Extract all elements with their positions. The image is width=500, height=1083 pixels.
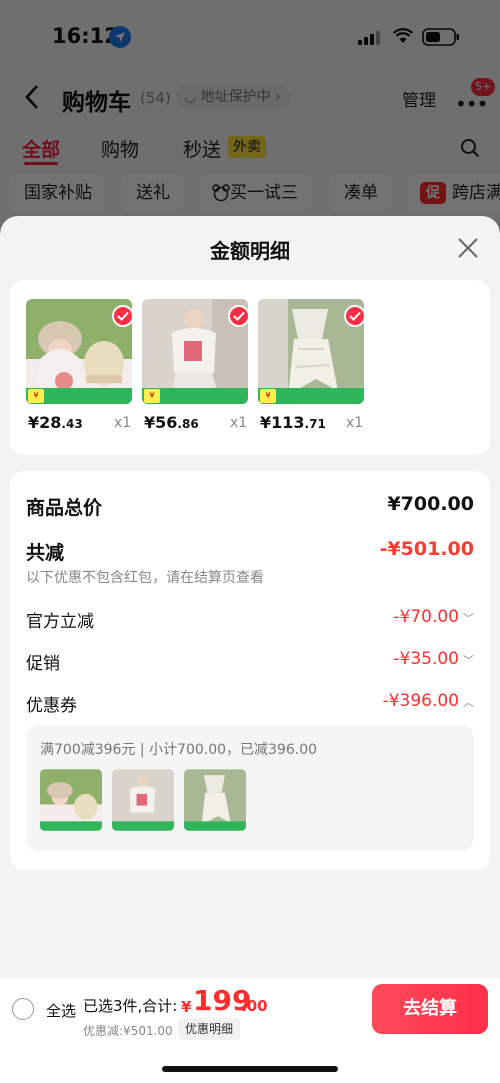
price-tag-strip: ¥ [26,388,132,404]
item-price: ¥113.71 [260,413,326,432]
selected-items-card: ¥ ¥28.43 x1 ¥ ¥56.86 x1 ¥ ¥113.71 x1 [10,280,490,455]
promotion-value: -¥35.00 [393,649,459,669]
promotion-label: 促销 [26,654,60,674]
cart-tabs: 全部 购物 秒送 外卖 [0,132,500,166]
coupon-detail-text: 满700减396元 | 小计700.00，已减396.00 [40,742,318,758]
chip-cross-store-label: 跨店满 [452,183,500,203]
product-thumbnail: ¥ [142,299,248,404]
waimai-badge: 外卖 [228,136,266,158]
coupon-row[interactable]: -¥396.00 ︿ [383,691,474,711]
amount-detail-sheet: 金额明细 ¥ ¥28.43 x1 ¥ ¥56.86 x1 ¥ ¥113.71 x… [0,216,500,1083]
coupon-label: 优惠券 [26,696,77,716]
official-discount-value: -¥70.00 [393,607,459,627]
shield-icon: ◡ [184,89,201,105]
check-icon[interactable] [344,305,364,327]
total-decimal: .00 [241,997,268,1015]
discount-detail-button[interactable]: 优惠明细 [178,1018,241,1040]
coupon-item-thumbnail [40,769,102,831]
promotion-row[interactable]: -¥35.00 ﹀ [393,649,474,669]
chevron-right-icon: › [270,89,281,105]
status-bar: 16:12 [0,0,500,72]
back-icon[interactable] [22,84,44,110]
promo-mini-icon: ¥ [144,389,160,403]
search-icon[interactable] [460,138,480,158]
tab-all[interactable]: 全部 [22,135,60,162]
promo-mini-icon: ¥ [28,389,44,403]
price-tag-strip: ¥ [258,388,364,404]
navbar: 购物车 (54) ◡ 地址保护中 › 管理 ••• 5+ [0,72,500,122]
check-icon[interactable] [228,305,248,327]
coupon-value: -¥396.00 [382,691,459,711]
page-title: 购物车 [62,90,131,116]
chip-add-on[interactable]: 凑单 [330,175,392,211]
coupon-item-thumbnail [112,769,174,831]
promo-tag-icon: 促 [420,182,446,204]
promo-mini-icon: ¥ [260,389,276,403]
item-price: ¥28.43 [28,413,83,432]
checkout-bar: 全选 已选3件,合计: ¥ 199 .00 优惠减:¥501.00 优惠明细 去… [0,978,500,1083]
price-breakdown-card: 商品总价 ¥700.00 共减 -¥501.00 以下优惠不包含红包，请在结算页… [10,471,490,870]
chip-buy-one-try-three-label: 买一试三 [230,183,298,203]
location-icon [109,26,131,48]
message-badge: 5+ [471,78,496,96]
discount-note: 以下优惠不包含红包，请在结算页查看 [26,570,264,586]
total-reduce-value: -¥501.00 [379,538,474,560]
item-quantity: x1 [114,415,132,431]
coupon-item-thumbnail [184,769,246,831]
chip-buy-one-try-three[interactable]: 买一试三 [198,175,312,211]
price-tag-strip: ¥ [142,388,248,404]
chip-cross-store[interactable]: 促跨店满 [406,175,500,211]
sheet-title: 金额明细 [210,239,290,263]
official-discount-label: 官方立减 [26,612,94,632]
total-currency: ¥ [181,998,192,1016]
address-protect-pill[interactable]: ◡ 地址保护中 › [176,84,291,110]
chevron-down-icon: ﹀ [463,612,474,625]
tab-instant[interactable]: 秒送 [183,135,221,162]
wifi-icon [393,28,413,43]
selected-summary: 已选3件,合计: [83,997,178,1015]
product-thumbnail: ¥ [258,299,364,404]
goods-total-value: ¥700.00 [387,493,474,515]
official-discount-row[interactable]: -¥70.00 ﹀ [393,607,474,627]
chevron-down-icon: ﹀ [463,654,474,667]
coupon-detail-box: 满700减396元 | 小计700.00，已减396.00 [26,725,474,851]
select-all-label[interactable]: 全选 [46,1000,76,1021]
address-protect-label: 地址保护中 [200,89,271,105]
discount-amount: 优惠减:¥501.00 [83,1024,173,1038]
checkout-button[interactable]: 去结算 [372,984,488,1034]
item-price: ¥56.86 [144,413,199,432]
chip-national-subsidy[interactable]: 国家补贴 [10,175,106,211]
chevron-up-icon: ︿ [463,696,474,709]
background-page: 16:12 购物车 (54) ◡ 地址保护中 › 管理 ••• 5+ 全部 购物… [0,0,500,230]
signal-icon [358,31,380,45]
bear-icon [212,184,230,202]
check-icon[interactable] [112,305,132,327]
home-indicator [162,1066,338,1072]
item-quantity: x1 [346,415,364,431]
chip-gift[interactable]: 送礼 [122,175,184,211]
manage-button[interactable]: 管理 [402,86,436,111]
item-quantity: x1 [230,415,248,431]
battery-icon [422,28,459,46]
tab-shopping[interactable]: 购物 [101,135,139,162]
tab-underline [24,162,58,165]
select-all-radio[interactable] [12,998,34,1020]
cart-count: (54) [140,89,171,107]
total-reduce-label: 共减 [26,542,65,564]
close-icon[interactable] [456,236,480,260]
goods-total-label: 商品总价 [26,497,103,519]
product-thumbnail: ¥ [26,299,132,404]
filter-chips: 国家补贴 送礼 买一试三 凑单 促跨店满 [0,175,500,213]
